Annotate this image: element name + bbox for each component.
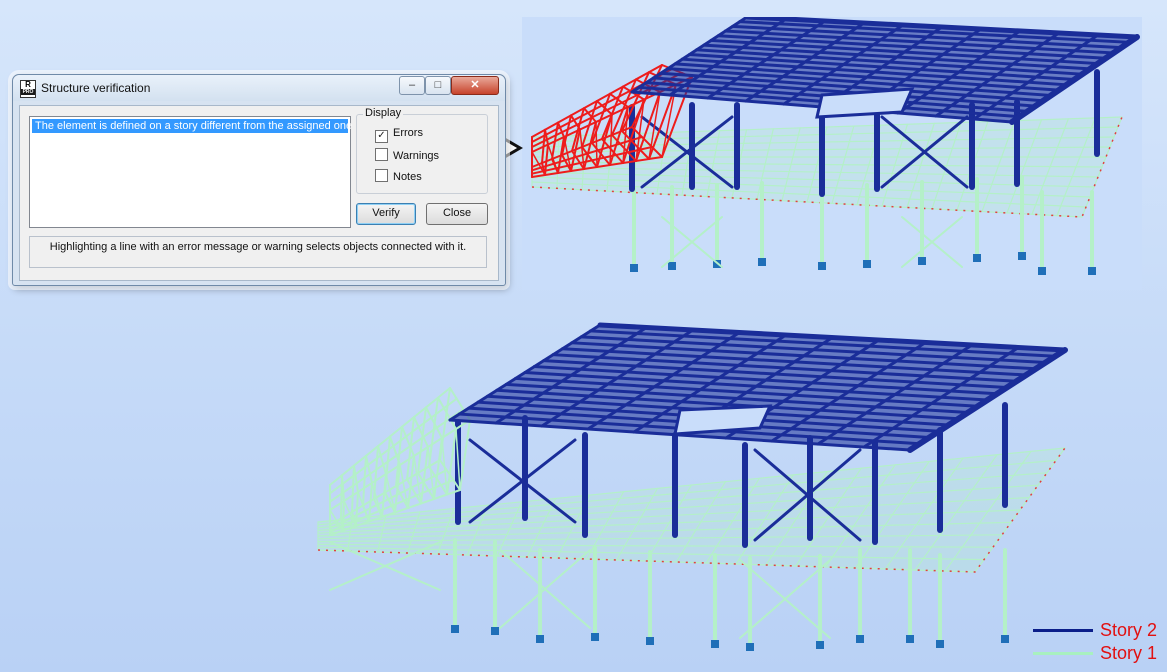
notes-label: Notes	[393, 171, 422, 183]
structure-verification-dialog: R PRO Structure verification – □ ✕ The el…	[12, 74, 506, 286]
dialog-title: Structure verification	[41, 81, 151, 95]
notes-checkbox[interactable]	[375, 169, 388, 182]
display-group: Display ✓ Errors Warnings Notes	[356, 107, 488, 194]
display-group-label: Display	[363, 107, 404, 119]
message-list[interactable]: The element is defined on a story differ…	[29, 116, 352, 228]
legend-swatch-story-2	[1033, 629, 1093, 632]
errors-label: Errors	[393, 127, 423, 139]
structure-frame	[531, 17, 1140, 275]
warnings-checkbox-row[interactable]: Warnings	[375, 148, 439, 162]
errors-checkbox[interactable]: ✓	[375, 130, 388, 143]
close-window-button[interactable]: ✕	[451, 76, 499, 95]
maximize-button[interactable]: □	[425, 76, 451, 95]
legend-label-story-2: Story 2	[1100, 620, 1158, 640]
structure-model-bottom[interactable]	[300, 310, 1100, 672]
structure-model-top[interactable]	[522, 17, 1142, 290]
structure-frame	[317, 322, 1068, 651]
model-viewport-top[interactable]	[522, 17, 1142, 290]
message-item[interactable]: The element is defined on a story differ…	[32, 119, 352, 133]
info-message: Highlighting a line with an error messag…	[29, 236, 487, 268]
minimize-button[interactable]: –	[399, 76, 425, 95]
dialog-body: The element is defined on a story differ…	[19, 105, 499, 281]
warnings-checkbox[interactable]	[375, 148, 388, 161]
legend-swatch-story-1	[1033, 652, 1093, 655]
notes-checkbox-row[interactable]: Notes	[375, 169, 422, 183]
verify-button[interactable]: Verify	[356, 203, 416, 225]
close-button[interactable]: Close	[426, 203, 488, 225]
errors-checkbox-row[interactable]: ✓ Errors	[375, 127, 423, 143]
warnings-label: Warnings	[393, 150, 440, 162]
story-legend: Story 2 Story 1	[1033, 620, 1167, 670]
dialog-titlebar[interactable]: R PRO Structure verification – □ ✕	[13, 75, 505, 101]
robot-app-icon: R PRO	[20, 80, 36, 98]
model-viewport-bottom[interactable]	[300, 310, 1100, 672]
legend-label-story-1: Story 1	[1100, 643, 1158, 663]
